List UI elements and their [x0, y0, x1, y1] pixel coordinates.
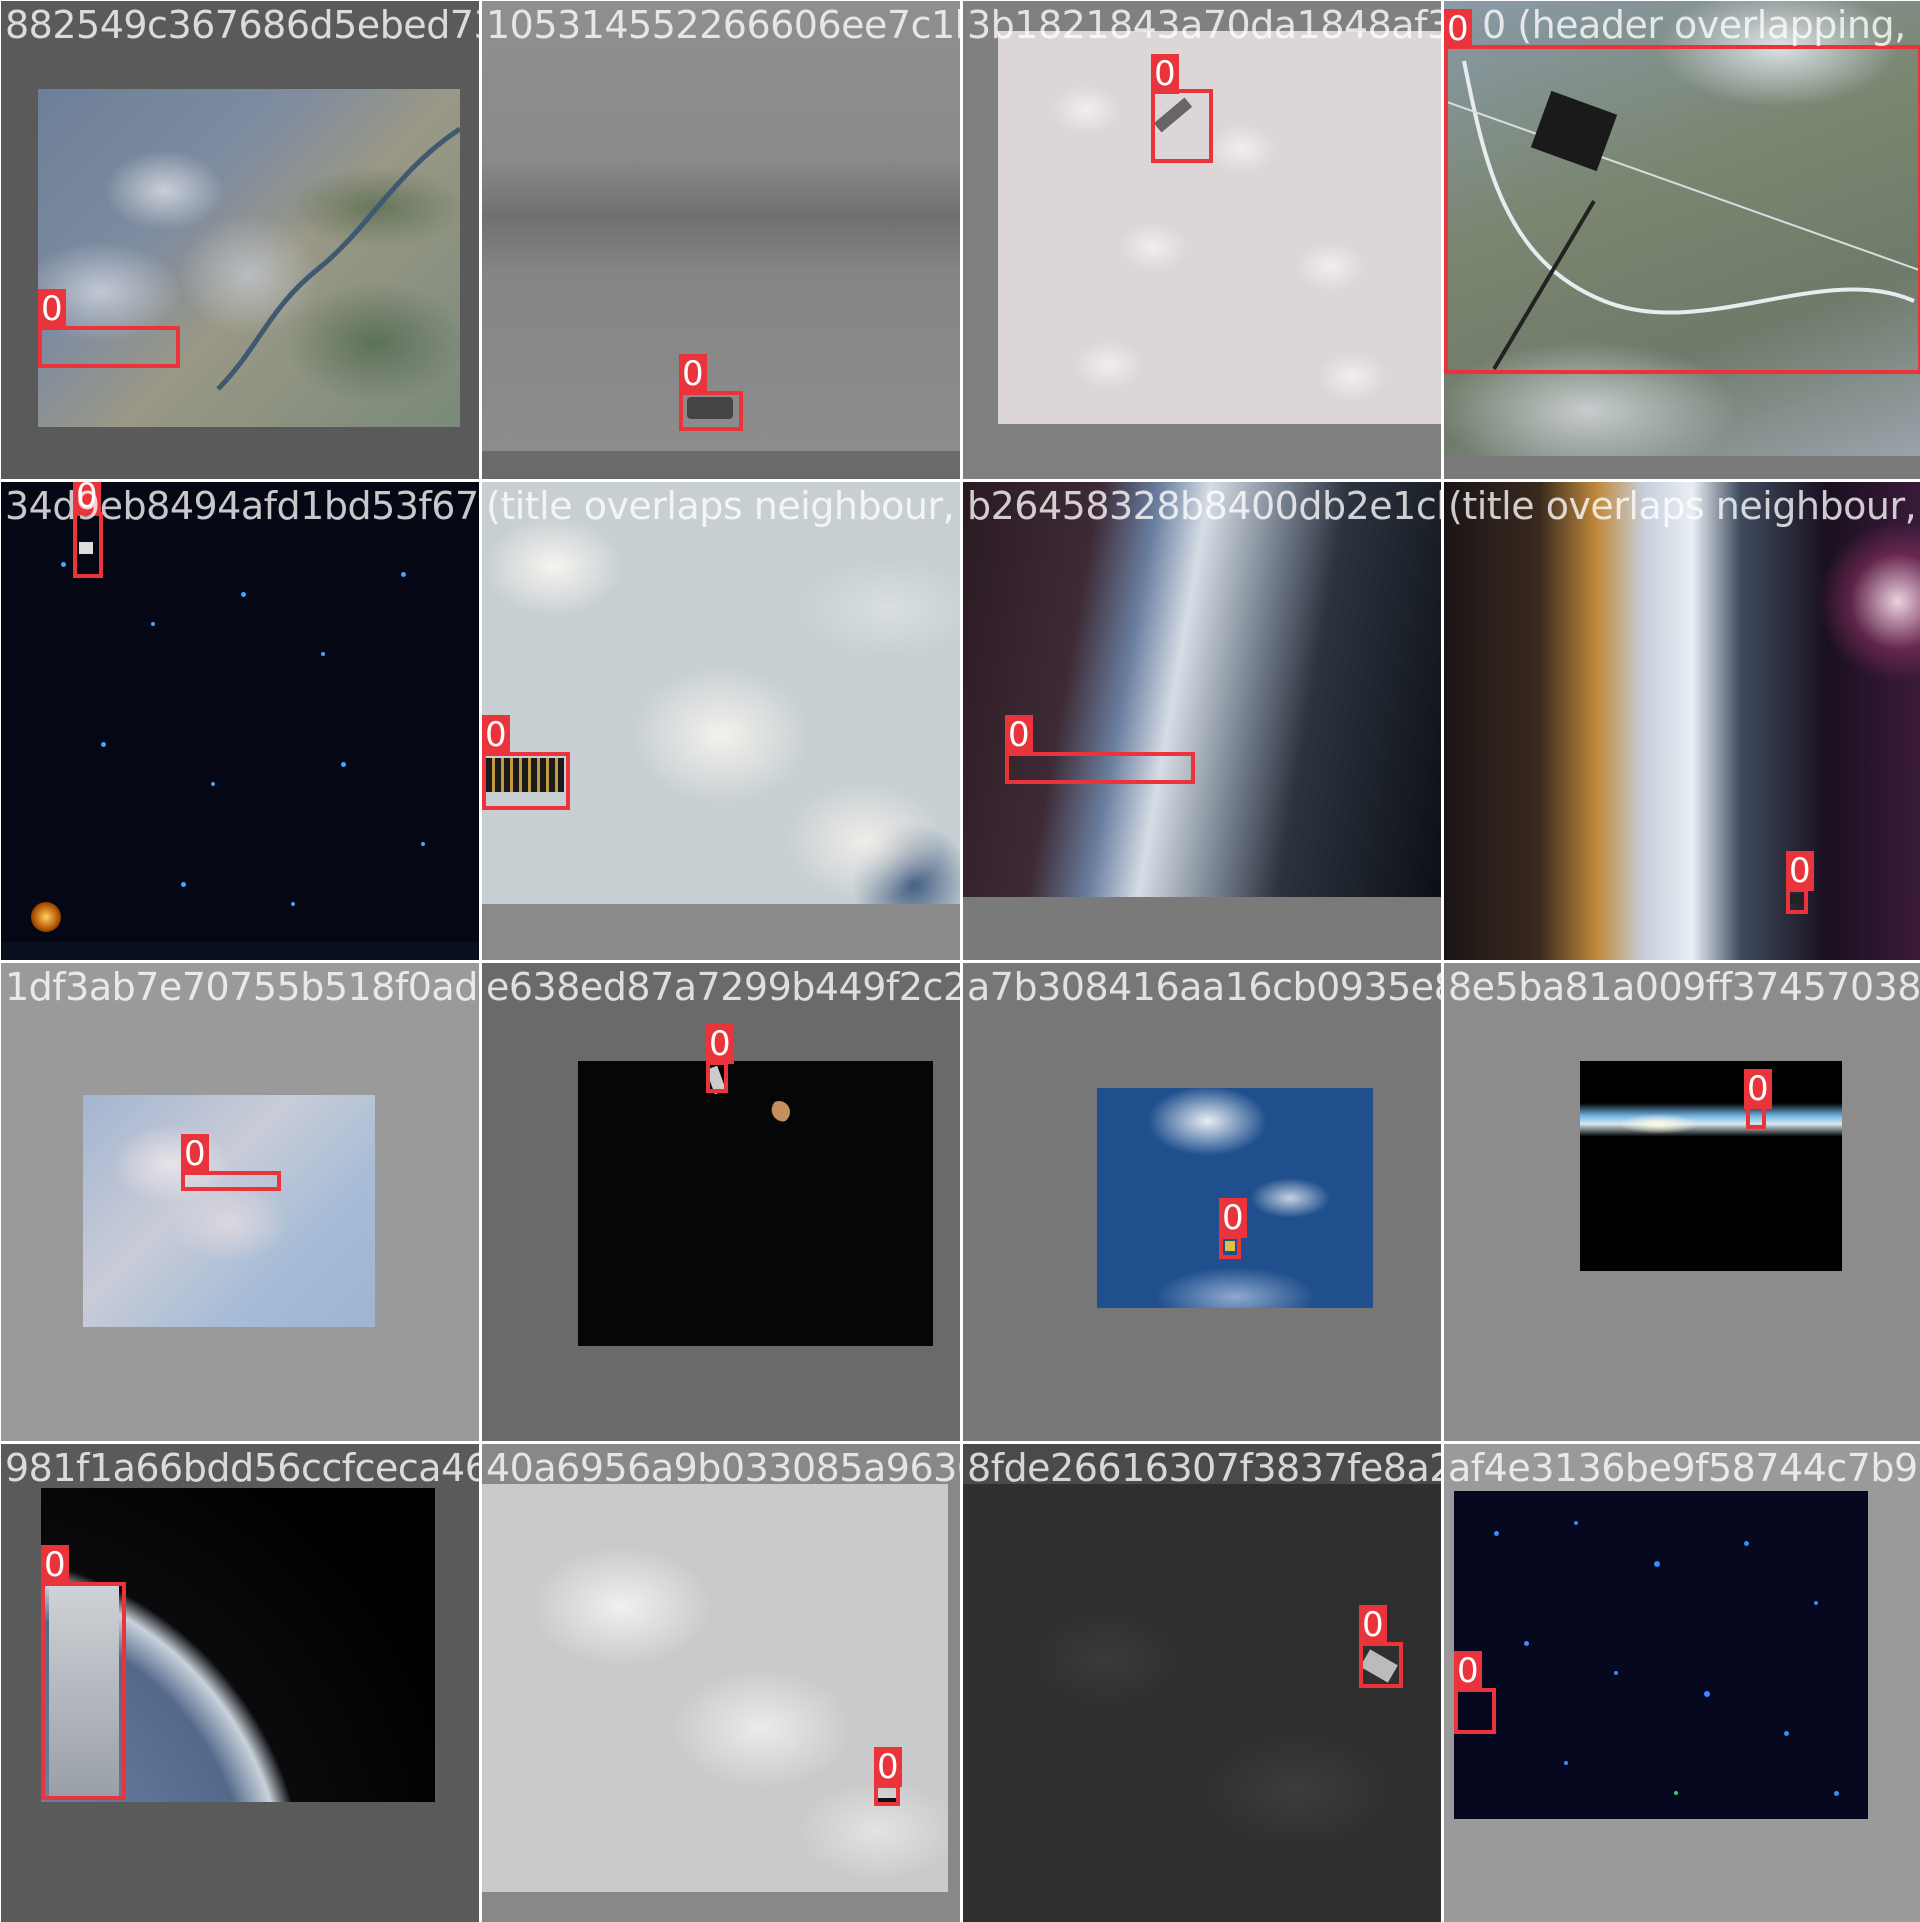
detection-box: [38, 326, 180, 368]
tile-filename: 34d9eb8494afd1bd53f67ec53079271b7983e059…: [5, 484, 479, 528]
tile-photo: [1580, 1061, 1842, 1271]
detection-class-label: 0: [706, 1024, 734, 1064]
tile-filename: e638ed87a7299b449f2c2110dea7b30841e2ee6a…: [486, 965, 960, 1009]
mosaic-tile: 0 34d9eb8494afd1bd53f67ec53079271b7983e0…: [1, 482, 479, 960]
detection-mosaic-grid: 0 882549c367686d5ebed73671f53145722.png …: [0, 0, 1920, 1922]
detection-class-label: 0: [874, 1747, 902, 1787]
mosaic-tile: 0 (title overlaps neighbour, illegible): [482, 482, 960, 960]
tile-photo: [1444, 482, 1920, 960]
mosaic-tile: 0 (title overlaps neighbour, illegible): [1444, 482, 1920, 960]
mosaic-tile: 0 40a6956a9b033085a963668fde26616307f383…: [482, 1444, 960, 1922]
tile-filename: a7b308416aa16cb0935e8e5ba81a009ff3745703…: [967, 965, 1441, 1009]
mosaic-tile: 0 a7b308416aa16cb0935e8e5ba81a009ff37457…: [963, 963, 1441, 1441]
detection-box: [706, 1061, 728, 1093]
tile-filename: 40a6956a9b033085a963668fde26616307f3837f…: [486, 1446, 960, 1490]
mosaic-tile: 0 8e5ba81a009ff374570386: [1444, 963, 1920, 1441]
detection-class-label: 0: [41, 1545, 69, 1585]
mosaic-tile: 0 3b1821843a70da1848af3f23a1838a46a3582f…: [963, 1, 1441, 479]
tile-photo: [38, 89, 460, 427]
river-shape: [216, 126, 460, 391]
detection-box: [1786, 888, 1808, 914]
detection-box: [1444, 45, 1920, 374]
mosaic-tile: 0 981f1a66bdd56ccfceca469a40a6956a9b0330…: [1, 1444, 479, 1922]
mosaic-tile: 0 af4e3136be9f58744c7b956: [1444, 1444, 1920, 1922]
tile-filename: 3b1821843a70da1848af3f23a1838a46a3582f06…: [967, 3, 1441, 47]
detection-class-label: 0: [1151, 54, 1179, 94]
detection-class-label: 0: [1444, 9, 1472, 49]
detection-class-label: 0: [181, 1134, 209, 1174]
detection-class-label: 0: [1219, 1198, 1247, 1238]
tile-filename: (title overlaps neighbour, illegible): [1448, 484, 1920, 528]
tile-photo: [578, 1061, 933, 1346]
tile-photo: [482, 482, 960, 904]
tile-photo: [482, 1, 960, 451]
mosaic-tile: 0 882549c367686d5ebed73671f53145722.png: [1, 1, 479, 479]
detection-class-label: 0: [482, 715, 510, 755]
tile-photo: [963, 482, 1441, 897]
tile-filename: 0 (header overlapping, partly illegible): [1482, 3, 1920, 47]
detection-box: [874, 1784, 900, 1806]
detection-box: [1005, 752, 1195, 784]
tile-photo: [83, 1095, 375, 1327]
detection-box: [1219, 1235, 1241, 1259]
detection-box: [1151, 89, 1213, 163]
tile-photo: [482, 1484, 948, 1892]
tile-filename: b26458328b8400db2e1cbfcf4f4a7595f0a3060e…: [967, 484, 1441, 528]
mosaic-tile: 0 8fde26616307f3837fe8a298af4e31f58744c7…: [963, 1444, 1441, 1922]
mosaic-tile: 0 105314552266606ee7c1bcc8b6682f84.png: [482, 1, 960, 479]
detection-box: [41, 1582, 126, 1800]
detection-box: [1359, 1642, 1403, 1688]
detection-box: [482, 752, 570, 810]
tile-filename: 1df3ab7e70755b518f0adf9de38ed87a7299b449…: [5, 965, 479, 1009]
tile-filename: 8fde26616307f3837fe8a298af4e31f58744c7b9…: [967, 1446, 1441, 1490]
mosaic-tile: 0 e638ed87a7299b449f2c2110dea7b30841e2ee…: [482, 963, 960, 1441]
detection-box: [181, 1171, 281, 1191]
tile-filename: 8e5ba81a009ff374570386: [1448, 965, 1920, 1009]
tile-filename: af4e3136be9f58744c7b956: [1448, 1446, 1920, 1490]
tile-photo: [998, 31, 1441, 424]
tile-filename: 981f1a66bdd56ccfceca469a40a6956a9b033085…: [5, 1446, 479, 1490]
mosaic-tile: 0 b26458328b8400db2e1cbfcf4f4a7595f0a306…: [963, 482, 1441, 960]
tile-filename: 882549c367686d5ebed73671f53145722.png: [5, 3, 479, 47]
detection-class-label: 0: [1744, 1069, 1772, 1109]
detection-box: [1454, 1688, 1496, 1734]
tile-filename: 105314552266606ee7c1bcc8b6682f84.png: [486, 3, 960, 47]
detection-class-label: 0: [38, 289, 66, 329]
detection-class-label: 0: [679, 354, 707, 394]
detection-class-label: 0: [1005, 715, 1033, 755]
tile-photo: [963, 1484, 1441, 1922]
detection-class-label: 0: [1359, 1605, 1387, 1645]
detection-class-label: 0: [1454, 1651, 1482, 1691]
mosaic-tile: 0 1df3ab7e70755b518f0adf9de38ed87a7299b4…: [1, 963, 479, 1441]
mosaic-tile: 0 0 (header overlapping, partly illegibl…: [1444, 1, 1920, 479]
tile-photo: [1454, 1491, 1868, 1819]
detection-class-label: 0: [1786, 851, 1814, 891]
detection-box: [679, 391, 743, 431]
tile-filename: (title overlaps neighbour, illegible): [486, 484, 960, 528]
